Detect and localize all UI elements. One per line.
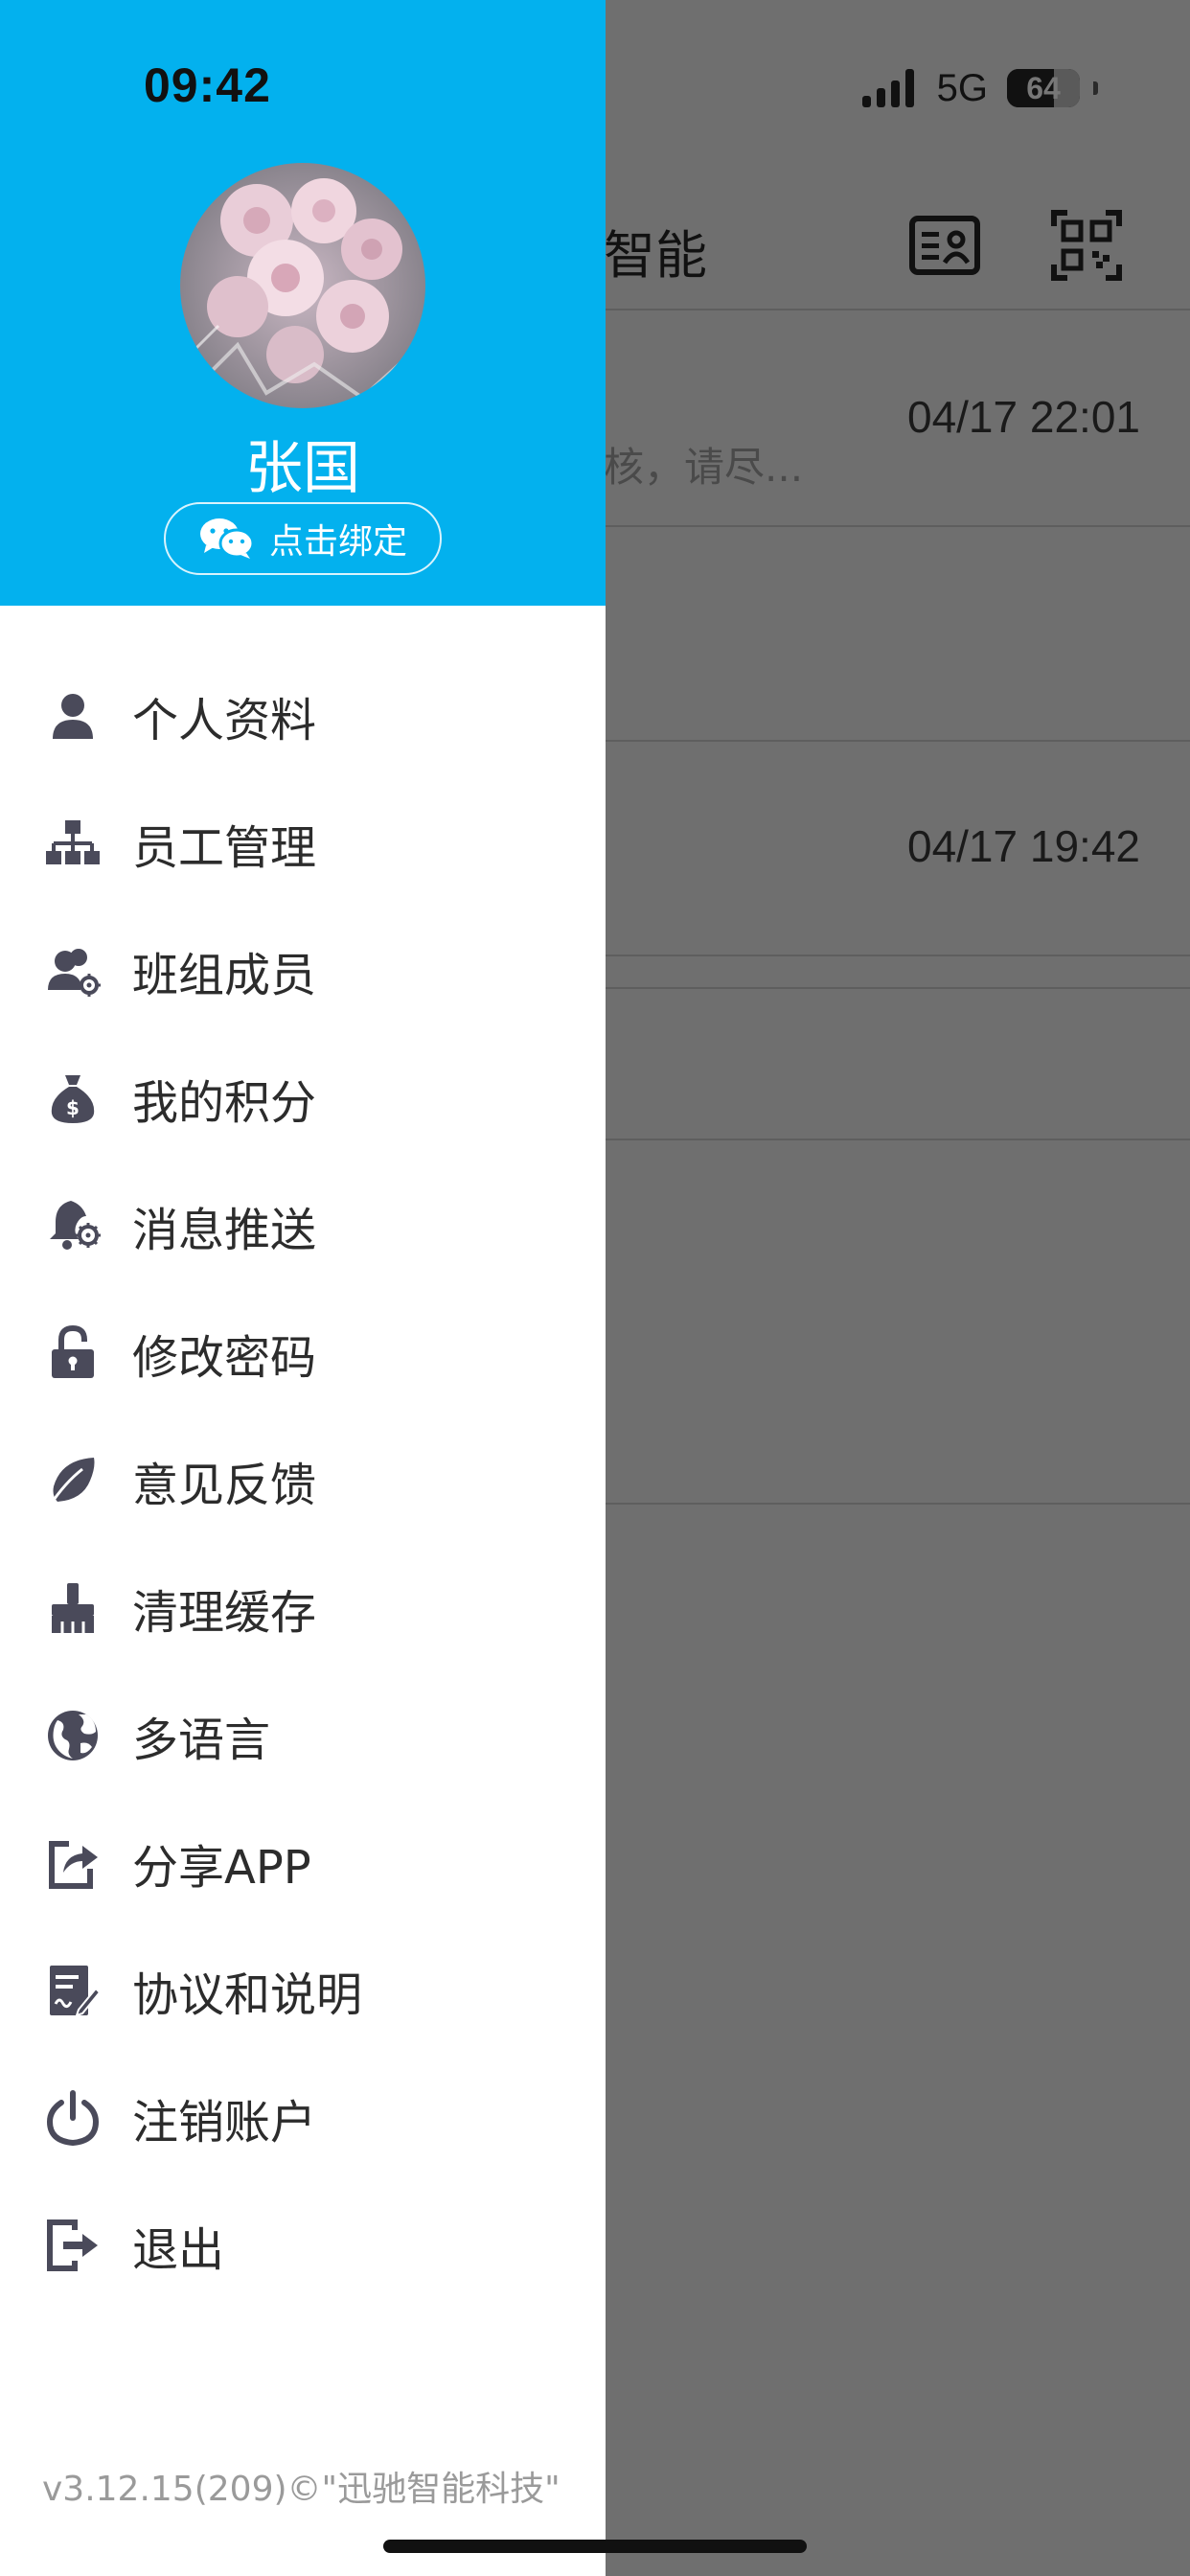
menu-item-label: 分享APP [132,1840,311,1895]
app-version: v3.12.15(209)©"迅驰智能科技" [42,2470,561,2509]
menu-item-label: 我的积分 [132,1075,317,1130]
menu-item-change-password[interactable]: 修改密码 [0,1289,606,1416]
broom-icon [52,1582,94,1633]
user-icon [53,693,93,739]
bind-label: 点击绑定 [268,522,407,562]
money-bag-icon: $ [51,1074,95,1123]
logout-icon [47,2219,98,2271]
menu-item-staff-management[interactable]: 员工管理 [0,779,606,907]
share-icon [49,1840,98,1889]
menu-item-label: 意见反馈 [132,1458,317,1512]
message-time: 04/17 19:42 [906,821,1140,871]
divider [604,740,1190,742]
background-page-title: 智能 [604,225,707,286]
menu-item-clear-cache[interactable]: 清理缓存 [0,1544,606,1671]
menu-item-label: 员工管理 [132,820,317,875]
qr-code-icon[interactable] [1050,209,1123,282]
network-type: 5G [936,66,988,109]
cellular-signal-icon [861,69,914,107]
users-gear-icon [48,948,101,997]
org-chart-icon [46,819,100,864]
message-snippet: 核，请尽... [604,444,804,491]
menu-item-agreement[interactable]: 协议和说明 [0,1926,606,2054]
bell-gear-icon [50,1200,101,1250]
svg-text:$: $ [66,1096,80,1119]
status-time: 09:42 [144,58,271,112]
document-edit-icon [50,1965,102,2017]
menu-item-label: 个人资料 [132,693,317,748]
power-icon [46,2089,100,2146]
menu-item-push-notifications[interactable]: 消息推送 [0,1162,606,1289]
menu-item-label: 班组成员 [132,948,317,1002]
menu-item-feedback[interactable]: 意见反馈 [0,1416,606,1544]
home-indicator[interactable] [383,2540,807,2553]
divider [604,987,1190,989]
divider [604,1138,1190,1140]
battery-icon: 64 [1007,69,1080,107]
leaf-icon [48,1457,95,1506]
id-card-icon[interactable] [908,209,981,282]
side-drawer: 09:42 张国 点击绑定 个人资料 员工管理 班组成员 $ 我的积分 消息推送… [0,0,606,2576]
message-time: 04/17 22:01 [906,392,1140,442]
menu-item-delete-account[interactable]: 注销账户 [0,2054,606,2181]
avatar-image [180,163,425,408]
user-name: 张国 [245,435,360,502]
divider [604,1503,1190,1505]
divider [604,954,1190,956]
divider [604,525,1190,527]
battery-tip [1093,81,1098,95]
menu-item-label: 注销账户 [132,2095,317,2150]
menu-item-my-points[interactable]: $ 我的积分 [0,1034,606,1162]
menu-item-label: 消息推送 [132,1203,317,1257]
battery-level: 64 [1026,70,1061,105]
menu-item-label: 协议和说明 [132,1967,363,2022]
lock-open-icon [52,1324,94,1378]
menu-item-label: 修改密码 [132,1330,317,1385]
status-bar-indicators: 5G 64 [861,61,1098,115]
menu-item-profile[interactable]: 个人资料 [0,652,606,779]
avatar[interactable] [180,163,425,408]
drawer-menu: 个人资料 员工管理 班组成员 $ 我的积分 消息推送 修改密码 意见反馈 清理缓… [0,652,606,2309]
globe-icon [48,1710,98,1760]
drawer-header: 09:42 张国 点击绑定 [0,0,606,606]
divider [604,309,1190,310]
menu-item-team-members[interactable]: 班组成员 [0,907,606,1034]
menu-item-logout[interactable]: 退出 [0,2181,606,2309]
wechat-bind-button[interactable]: 点击绑定 [164,502,442,575]
menu-item-language[interactable]: 多语言 [0,1671,606,1799]
wechat-icon [199,518,255,559]
menu-item-label: 清理缓存 [132,1585,317,1640]
menu-item-share-app[interactable]: 分享APP [0,1799,606,1926]
menu-item-label: 退出 [132,2222,225,2277]
menu-item-label: 多语言 [132,1713,271,1767]
